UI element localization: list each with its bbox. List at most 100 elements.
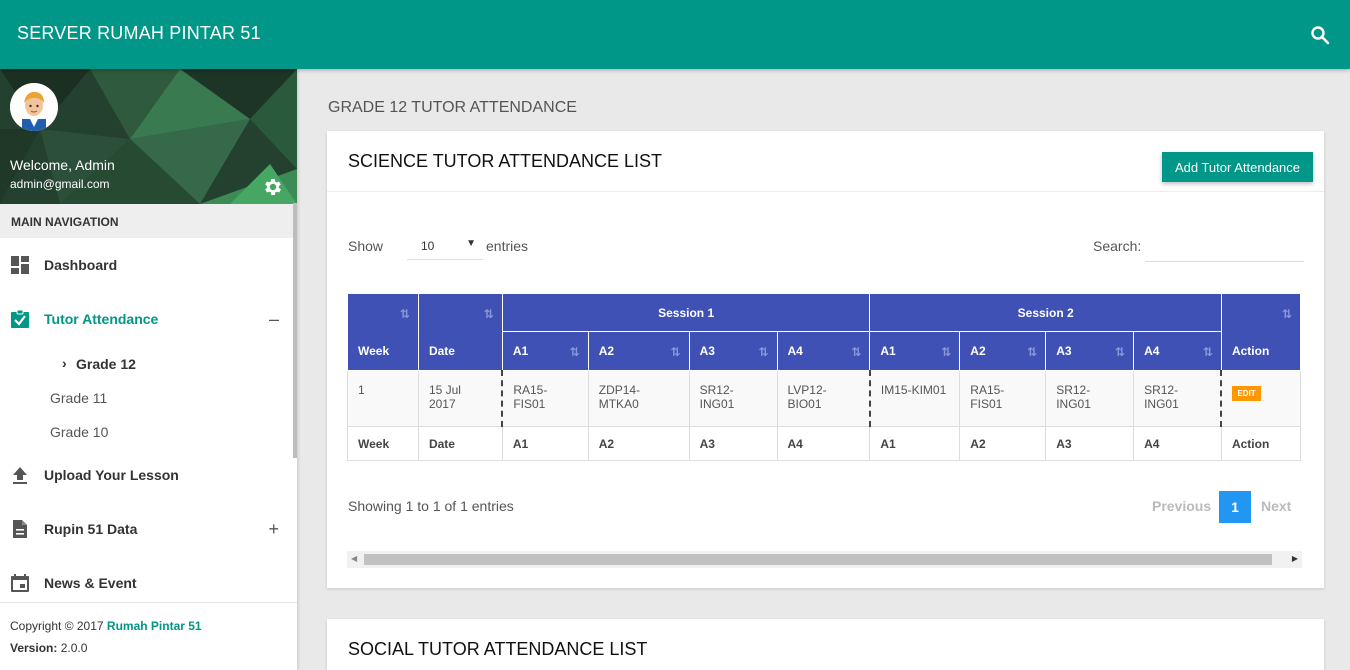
chevron-right-icon: › — [62, 355, 67, 371]
social-attendance-card: SOCIAL TUTOR ATTENDANCE LIST — [327, 619, 1324, 670]
assignment-check-icon — [10, 309, 30, 329]
nav-label-news-event: News & Event — [44, 575, 137, 591]
upload-icon — [10, 465, 30, 485]
version-label: Version: — [10, 641, 58, 655]
column-header-s2-a3[interactable]: A3 ⇅ — [1045, 331, 1135, 371]
footer-s2-a4: A4 — [1133, 426, 1222, 461]
column-header-s2-a1[interactable]: A1 ⇅ — [869, 331, 961, 371]
search-icon[interactable] — [1310, 25, 1330, 45]
pagination-next[interactable]: Next — [1261, 498, 1291, 514]
sidebar-item-grade-12[interactable]: › Grade 12 — [0, 346, 297, 380]
version-value: 2.0.0 — [60, 641, 88, 655]
nav-label-upload-lesson: Upload Your Lesson — [44, 467, 179, 483]
sort-icon: ⇅ — [758, 345, 769, 359]
column-header-s2-a2[interactable]: A2 ⇅ — [959, 331, 1047, 371]
sidebar-scrollbar[interactable] — [293, 203, 297, 458]
sidebar-item-grade-11[interactable]: Grade 11 — [0, 380, 297, 414]
page-length-select[interactable]: 10 ▼ — [407, 230, 483, 260]
sort-icon: ⇅ — [399, 307, 410, 321]
footer-s2-a3: A3 — [1045, 426, 1135, 461]
version-line: Version: 2.0.0 — [10, 641, 287, 655]
sidebar-item-grade-10[interactable]: Grade 10 — [0, 414, 297, 448]
column-header-action[interactable]: Action ⇅ — [1220, 293, 1302, 371]
show-label: Show — [348, 238, 384, 254]
entries-label: entries — [486, 238, 529, 254]
cell-action: EDIT — [1220, 370, 1302, 427]
edit-button[interactable]: EDIT — [1232, 386, 1261, 401]
table-search-input[interactable] — [1145, 230, 1304, 262]
table-info: Showing 1 to 1 of 1 entries — [348, 498, 514, 514]
copyright-text: Copyright © 2017 — [10, 619, 104, 633]
science-attendance-card: SCIENCE TUTOR ATTENDANCE LIST Add Tutor … — [327, 131, 1324, 588]
table-row: 1 15 Jul 2017 RA15- FIS01 ZDP14-MTKA0 SR12… — [347, 370, 1302, 427]
expand-toggle[interactable]: + — [268, 519, 279, 540]
cell-s1-a2: ZDP14-MTKA0 — [587, 370, 690, 427]
sort-icon: ⇅ — [851, 345, 862, 359]
app-title[interactable]: SERVER RUMAH PINTAR 51 — [17, 23, 261, 44]
footer-s1-a4: A4 — [776, 426, 871, 461]
gear-icon[interactable] — [262, 176, 284, 198]
calendar-icon — [10, 573, 30, 593]
cell-s1-a3: SR12-ING01 — [688, 370, 778, 427]
footer-s1-a3: A3 — [688, 426, 778, 461]
column-header-week[interactable]: Week ⇅ — [347, 293, 419, 371]
add-tutor-attendance-button[interactable]: Add Tutor Attendance — [1162, 152, 1313, 182]
sort-icon: ⇅ — [1027, 345, 1038, 359]
collapse-toggle[interactable]: – — [269, 309, 279, 330]
column-header-s2-a4[interactable]: A4 ⇅ — [1133, 331, 1222, 371]
card-title-social: SOCIAL TUTOR ATTENDANCE LIST — [348, 639, 648, 659]
column-header-s1-a1[interactable]: A1 ⇅ — [501, 331, 589, 371]
nav-item-rupin-data[interactable]: Rupin 51 Data + — [0, 502, 297, 556]
pagination-previous[interactable]: Previous — [1152, 498, 1211, 514]
attendance-table: Week ⇅ Date ⇅ Session 1 Session 2 Action ⇅ … — [347, 293, 1302, 461]
pagination: Previous 1 Next — [1152, 491, 1302, 523]
page-title: GRADE 12 TUTOR ATTENDANCE — [328, 99, 577, 116]
user-info-panel: Welcome, Admin admin@gmail.com — [0, 69, 297, 204]
column-header-s1-a2[interactable]: A2 ⇅ — [587, 331, 690, 371]
sidebar: Welcome, Admin admin@gmail.com MAIN NAVI… — [0, 69, 297, 670]
copyright-line: Copyright © 2017 Rumah Pintar 51 — [10, 619, 287, 633]
pagination-page-current[interactable]: 1 — [1219, 491, 1251, 523]
nav-item-tutor-attendance[interactable]: Tutor Attendance – — [0, 292, 297, 346]
table-footer-row: Week Date A1 A2 A3 A4 A1 A2 A3 A4 Action — [347, 426, 1302, 461]
cell-date: 15 Jul 2017 — [417, 370, 503, 427]
user-email: admin@gmail.com — [10, 177, 110, 191]
nav-label-dashboard: Dashboard — [44, 257, 118, 273]
sort-icon: ⇅ — [569, 345, 580, 359]
sort-icon: ⇅ — [670, 345, 681, 359]
scroll-right-icon[interactable]: ▶ — [1292, 554, 1298, 563]
cell-s2-a4: SR12-ING01 — [1133, 370, 1222, 427]
footer-date: Date — [417, 426, 503, 461]
sub-label-grade-10: Grade 10 — [50, 424, 109, 440]
top-app-bar: SERVER RUMAH PINTAR 51 — [0, 0, 1350, 69]
sort-icon: ⇅ — [941, 345, 952, 359]
sort-icon: ⇅ — [1115, 345, 1126, 359]
cell-s2-a3: SR12-ING01 — [1045, 370, 1135, 427]
horizontal-scrollbar[interactable]: ◀ ▶ — [347, 551, 1302, 568]
copyright-link[interactable]: Rumah Pintar 51 — [107, 619, 202, 633]
group-header-session-1: Session 1 — [501, 293, 871, 332]
card-title: SCIENCE TUTOR ATTENDANCE LIST — [348, 151, 663, 171]
footer-s1-a1: A1 — [501, 426, 589, 461]
cell-s2-a2: RA15-FIS01 — [959, 370, 1047, 427]
nav-header: MAIN NAVIGATION — [0, 204, 297, 238]
scroll-left-icon[interactable]: ◀ — [351, 554, 357, 563]
column-header-date[interactable]: Date ⇅ — [417, 293, 503, 371]
column-header-s1-a3[interactable]: A3 ⇅ — [688, 331, 778, 371]
nav-item-upload-lesson[interactable]: Upload Your Lesson — [0, 448, 297, 502]
footer-s2-a1: A1 — [869, 426, 961, 461]
chevron-down-icon: ▼ — [466, 238, 476, 249]
welcome-text: Welcome, Admin — [10, 157, 115, 173]
page-length-value: 10 — [421, 239, 435, 253]
cell-s1-a1: RA15- FIS01 — [501, 370, 589, 427]
column-header-s1-a4[interactable]: A4 ⇅ — [776, 331, 871, 371]
nav-item-dashboard[interactable]: Dashboard — [0, 238, 297, 292]
cell-week: 1 — [347, 370, 419, 427]
sort-icon: ⇅ — [483, 307, 494, 321]
sort-icon: ⇅ — [1202, 345, 1213, 359]
scrollbar-thumb[interactable] — [364, 554, 1272, 565]
footer-s1-a2: A2 — [587, 426, 690, 461]
sub-label-grade-12: Grade 12 — [76, 356, 136, 372]
sub-label-grade-11: Grade 11 — [50, 390, 108, 406]
document-icon — [10, 519, 30, 539]
